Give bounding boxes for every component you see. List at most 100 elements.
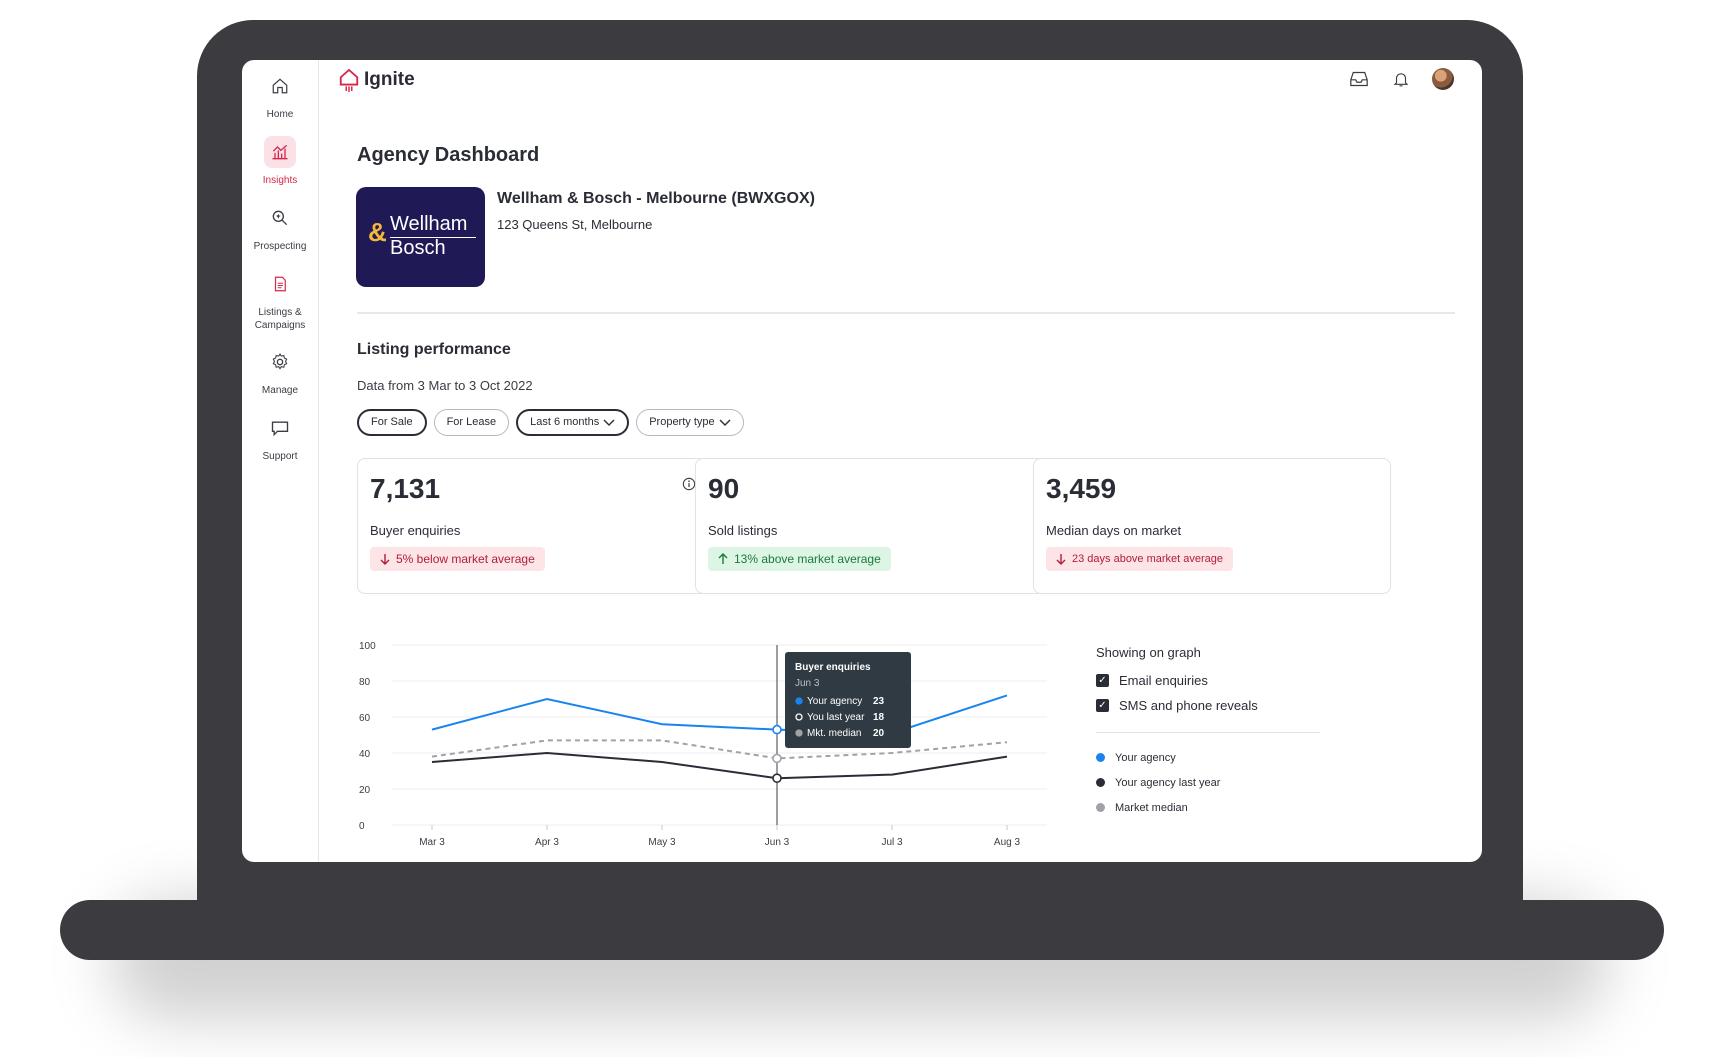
legend-dot <box>1096 803 1105 812</box>
tooltip-row-label: Your agency <box>807 696 862 707</box>
laptop-base <box>60 900 1664 960</box>
status-badge: 5% below market average <box>370 547 545 571</box>
graph-options-title: Showing on graph <box>1096 645 1201 660</box>
filter-bar: For Sale For Lease Last 6 months Propert… <box>357 409 744 436</box>
highlight-point <box>772 753 782 764</box>
y-tick-label: 100 <box>359 641 376 652</box>
sidebar-item-listings-campaigns[interactable]: Listings & Campaigns <box>242 268 318 332</box>
line-chart: 0 20 40 60 80 100 Mar 3 Apr 3 May 3 Jun 3 Jul 3 Aug… <box>347 630 1087 862</box>
arrow-down-icon <box>380 554 390 565</box>
status-badge: 13% above market average <box>708 547 891 571</box>
tooltip-dot <box>795 729 803 737</box>
filter-for-lease[interactable]: For Lease <box>433 409 510 436</box>
date-range-text: Data from 3 Mar to 3 Oct 2022 <box>357 378 533 393</box>
checkbox-checked-icon: ✓ <box>1096 674 1109 687</box>
sidebar-item-home[interactable]: Home <box>242 70 318 121</box>
legend-divider <box>1096 732 1320 733</box>
stat-value: 90 <box>708 473 740 504</box>
series-line <box>431 694 1008 735</box>
app-screen: Home Insights Prospecting Listings & Cam… <box>242 60 1482 862</box>
section-title: Listing performance <box>357 341 511 358</box>
sidebar-item-support[interactable]: Support <box>242 412 318 463</box>
stat-label: Sold listings <box>708 523 778 538</box>
x-tick-label: Jul 3 <box>881 837 903 848</box>
legend-item-last-year: Your agency last year <box>1096 770 1336 795</box>
chart-svg: 0 20 40 60 80 100 Mar 3 Apr 3 May 3 Jun 3 Jul 3 Aug… <box>359 641 1047 848</box>
sidebar-item-insights[interactable]: Insights <box>242 136 318 187</box>
y-tick-label: 20 <box>359 785 371 796</box>
home-icon <box>264 70 296 102</box>
x-tick-label: Jun 3 <box>765 837 790 848</box>
y-tick-label: 60 <box>359 713 371 724</box>
sidebar-item-label: Prospecting <box>253 241 307 252</box>
legend-item-your-agency: Your agency <box>1096 745 1336 770</box>
stat-value: 3,459 <box>1046 473 1117 504</box>
filter-for-sale[interactable]: For Sale <box>357 409 427 436</box>
agency-name: Wellham & Bosch - Melbourne (BWXGOX) <box>497 190 815 207</box>
chat-bubble-icon <box>264 412 296 444</box>
stat-label: Buyer enquiries <box>370 523 461 538</box>
chevron-down-icon <box>603 419 615 426</box>
info-icon[interactable] <box>682 477 696 491</box>
insights-chart-icon <box>264 136 296 168</box>
filter-property-type[interactable]: Property type <box>636 409 744 436</box>
chevron-down-icon <box>719 419 731 426</box>
document-icon <box>264 268 296 300</box>
tooltip-date: Jun 3 <box>795 678 820 689</box>
graph-options-panel: Showing on graph ✓ Email enquiries ✓ SMS… <box>1096 645 1336 820</box>
stat-label: Median days on market <box>1046 523 1182 538</box>
legend-dot <box>1096 753 1105 762</box>
tooltip-row-value: 20 <box>873 728 885 739</box>
sidebar-item-label: Listings & Campaigns <box>254 307 306 331</box>
stat-card-sold-listings: 90 Sold listings 13% above market averag… <box>695 458 1053 594</box>
y-tick-label: 80 <box>359 677 371 688</box>
top-actions <box>1348 68 1454 90</box>
app-brand[interactable]: Ignite <box>338 65 415 95</box>
y-tick-label: 0 <box>359 821 365 832</box>
sidebar: Home Insights Prospecting Listings & Cam… <box>242 60 319 862</box>
highlight-point <box>772 724 782 735</box>
agency-logo: & Wellham Bosch <box>356 187 485 287</box>
tooltip-dot <box>795 697 803 705</box>
stat-card-median-days: 3,459 Median days on market 23 days abov… <box>1033 458 1391 594</box>
y-tick-label: 40 <box>359 749 371 760</box>
sidebar-item-manage[interactable]: Manage <box>242 346 318 397</box>
checkbox-email-enquiries[interactable]: ✓ Email enquiries <box>1096 668 1336 693</box>
app-name: Ignite <box>364 69 415 90</box>
highlight-point <box>772 773 782 783</box>
agency-address: 123 Queens St, Melbourne <box>497 217 653 232</box>
x-tick-label: May 3 <box>648 837 676 848</box>
stat-card-buyer-enquiries: 7,131 Buyer enquiries 5% below market av… <box>357 458 715 594</box>
inbox-icon[interactable] <box>1348 68 1370 90</box>
gear-icon <box>264 346 296 378</box>
tooltip-title: Buyer enquiries <box>795 662 871 673</box>
bell-icon[interactable] <box>1390 68 1412 90</box>
section-divider <box>357 312 1455 314</box>
x-tick-label: Apr 3 <box>535 837 559 848</box>
legend-dot <box>1096 778 1105 787</box>
tooltip-row-value: 18 <box>873 712 885 723</box>
x-tick-label: Mar 3 <box>419 837 445 848</box>
legend-item-market-median: Market median <box>1096 795 1336 820</box>
tooltip-row-label: Mkt. median <box>807 728 861 739</box>
ignite-logo-icon <box>339 68 359 92</box>
sidebar-item-label: Support <box>262 451 298 462</box>
sidebar-item-label: Insights <box>262 175 298 186</box>
status-badge: 23 days above market average <box>1046 547 1234 571</box>
sidebar-item-label: Home <box>266 109 294 120</box>
checkbox-sms-phone[interactable]: ✓ SMS and phone reveals <box>1096 693 1336 718</box>
prospecting-search-icon <box>264 202 296 234</box>
tooltip-row-label: You last year <box>807 712 865 723</box>
sidebar-item-label: Manage <box>261 385 299 396</box>
stat-value: 7,131 <box>370 473 441 504</box>
filter-time-range[interactable]: Last 6 months <box>516 409 630 436</box>
sidebar-item-prospecting[interactable]: Prospecting <box>242 202 318 253</box>
series-line <box>431 751 1008 780</box>
tooltip-row-value: 23 <box>873 696 885 707</box>
avatar[interactable] <box>1432 68 1454 90</box>
arrow-up-icon <box>718 553 728 564</box>
arrow-down-icon <box>1056 554 1066 565</box>
x-tick-label: Aug 3 <box>994 837 1021 848</box>
checkbox-checked-icon: ✓ <box>1096 699 1109 712</box>
page-title: Agency Dashboard <box>357 144 540 166</box>
